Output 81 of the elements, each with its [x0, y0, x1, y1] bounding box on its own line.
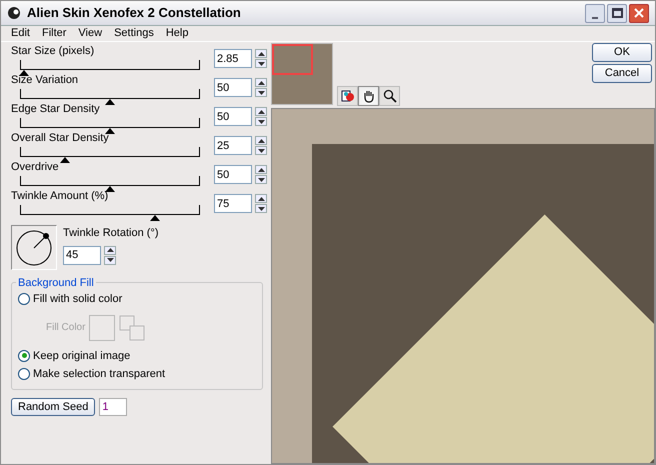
number-field[interactable]: 50: [214, 165, 252, 184]
radio-label[interactable]: Keep original image: [33, 348, 130, 364]
number-field[interactable]: 2.85: [214, 49, 252, 68]
slider-label: Star Size (pixels): [11, 45, 96, 59]
spin-up-button[interactable]: [255, 165, 267, 174]
zoom-icon: [382, 89, 396, 103]
spin-down-button[interactable]: [255, 204, 267, 213]
swap-colors-icon[interactable]: [119, 314, 146, 340]
number-field[interactable]: 50: [214, 78, 252, 97]
down-arrow-icon: [258, 62, 264, 66]
group-title: Background Fill: [16, 275, 96, 292]
fill-color-label: Fill Color: [46, 321, 86, 335]
minimize-button[interactable]: [585, 4, 605, 22]
spin-up-button[interactable]: [255, 107, 267, 116]
rotation-label: Twinkle Rotation (°): [63, 226, 158, 241]
spin-down-button[interactable]: [255, 175, 267, 184]
up-arrow-icon: [258, 196, 264, 200]
window-title: Alien Skin Xenofex 2 Constellation: [27, 4, 241, 22]
dialog-button[interactable]: Cancel: [592, 64, 652, 83]
slider-thumb[interactable]: [105, 128, 115, 134]
spin-up-button[interactable]: [104, 246, 116, 254]
slider-label: Overdrive: [11, 161, 60, 175]
slider-label: Twinkle Amount (%): [11, 190, 110, 204]
spin-down-button[interactable]: [255, 146, 267, 155]
tool-button[interactable]: [337, 86, 358, 106]
spin-up-button[interactable]: [255, 136, 267, 145]
maximize-button[interactable]: [607, 4, 627, 22]
spin-down-button[interactable]: [255, 117, 267, 126]
slider-thumb[interactable]: [105, 186, 115, 192]
down-arrow-icon: [106, 258, 114, 262]
spin-up-button[interactable]: [255, 194, 267, 203]
close-button[interactable]: [629, 4, 649, 22]
menu-item[interactable]: Settings: [114, 25, 154, 42]
up-arrow-icon: [258, 138, 264, 142]
close-icon: [634, 8, 644, 18]
hand-icon: [362, 89, 376, 103]
down-arrow-icon: [258, 206, 264, 210]
down-arrow-icon: [258, 90, 264, 94]
menu-item[interactable]: Filter: [42, 25, 66, 42]
up-arrow-icon: [258, 168, 264, 172]
radio-button[interactable]: [18, 293, 30, 306]
app-icon: [7, 6, 21, 20]
slider-thumb[interactable]: [105, 99, 115, 105]
down-arrow-icon: [258, 120, 264, 124]
slider-label: Size Variation: [11, 74, 80, 88]
up-arrow-icon: [258, 52, 264, 56]
preview-toggle-icon: [340, 89, 354, 103]
slider-thumb[interactable]: [60, 157, 70, 163]
up-arrow-icon: [258, 80, 264, 84]
slider-thumb[interactable]: [18, 70, 29, 76]
down-arrow-icon: [258, 178, 264, 182]
rotation-dial[interactable]: [11, 225, 57, 270]
seed-field[interactable]: 1: [99, 398, 128, 416]
radio-button[interactable]: [18, 350, 30, 362]
number-field[interactable]: 75: [214, 194, 252, 213]
radio-label[interactable]: Fill with solid color: [33, 291, 122, 308]
number-field[interactable]: 50: [214, 107, 252, 126]
menu-item[interactable]: Edit: [11, 25, 30, 42]
spin-down-button[interactable]: [255, 59, 267, 68]
number-field[interactable]: 25: [214, 136, 252, 155]
tool-button[interactable]: [358, 86, 379, 106]
spin-up-button[interactable]: [255, 49, 267, 58]
spin-up-button[interactable]: [255, 78, 267, 87]
up-arrow-icon: [258, 110, 264, 114]
slider-label: Edge Star Density: [11, 103, 101, 117]
spin-down-button[interactable]: [255, 88, 267, 97]
radio-label[interactable]: Make selection transparent: [33, 366, 166, 382]
random-seed-button[interactable]: Random Seed: [11, 398, 96, 416]
thumbnail-image[interactable]: [271, 43, 333, 105]
number-field[interactable]: 45: [63, 246, 101, 264]
menu-item[interactable]: Help: [166, 25, 188, 42]
down-arrow-icon: [258, 148, 264, 152]
dialog-button[interactable]: OK: [592, 43, 652, 62]
menu-item[interactable]: View: [78, 25, 102, 42]
spin-down-button[interactable]: [104, 256, 116, 264]
slider-label: Overall Star Density: [11, 132, 110, 146]
tool-button[interactable]: [379, 86, 400, 106]
up-arrow-icon: [106, 248, 114, 252]
radio-button[interactable]: [18, 368, 30, 380]
color-swatch[interactable]: [89, 314, 116, 340]
slider-thumb[interactable]: [150, 215, 160, 221]
